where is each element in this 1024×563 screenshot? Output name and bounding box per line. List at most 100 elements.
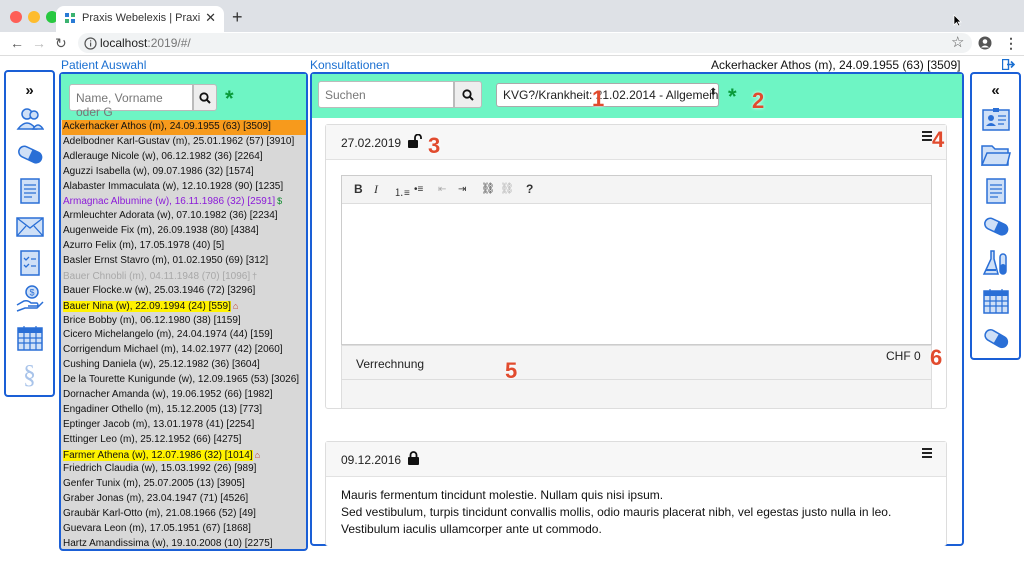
patient-name: Basler Ernst Stavro (m), 01.02.1950 (69)…	[63, 255, 269, 267]
url-text[interactable]: localhost:2019/#/	[100, 36, 191, 50]
patient-list-item[interactable]: Genfer Tunix (m), 25.07.2005 (13) [3905]	[62, 477, 306, 492]
patient-name: Genfer Tunix (m), 25.07.2005 (13) [3905]	[63, 478, 245, 490]
new-consultation-icon[interactable]: *	[728, 84, 737, 110]
locked-icon[interactable]	[407, 451, 420, 466]
ordered-list-icon[interactable]: ⒈≡	[394, 184, 410, 199]
reload-icon[interactable]: ↻	[55, 35, 67, 52]
unlink-icon[interactable]: ⛓	[500, 182, 514, 195]
patient-name: Farmer Athena (w), 12.07.1986 (32) [1014…	[63, 449, 253, 461]
patient-list-item[interactable]: Cicero Michelangelo (m), 24.04.1974 (44)…	[62, 328, 306, 343]
patient-name: Armleuchter Adorata (w), 07.10.1982 (36)…	[63, 210, 278, 222]
document-icon[interactable]	[981, 177, 1011, 205]
patient-list-item[interactable]: Graber Jonas (m), 23.04.1947 (71) [4526]	[62, 492, 306, 507]
new-tab-icon[interactable]: +	[232, 7, 243, 28]
patient-list-item[interactable]: Basler Ernst Stavro (m), 01.02.1950 (69)…	[62, 254, 306, 269]
close-tab-icon[interactable]: ✕	[205, 10, 216, 26]
collapse-sidebar-icon[interactable]: «	[981, 76, 1011, 104]
link-icon[interactable]: ⛓	[481, 182, 495, 195]
search-icon	[199, 91, 211, 104]
bold-icon[interactable]: B	[354, 182, 363, 196]
patient-list-item[interactable]: Hartz Amandissima (w), 19.10.2008 (10) […	[62, 537, 306, 548]
medication-pill-icon[interactable]	[981, 213, 1011, 241]
patient-list-item[interactable]: Alabaster Immaculata (w), 12.10.1928 (90…	[62, 180, 306, 195]
forward-icon[interactable]: →	[32, 35, 46, 51]
patient-list-item[interactable]: Augenweide Fix (m), 26.09.1938 (80) [438…	[62, 224, 306, 239]
patient-name: Alabaster Immaculata (w), 12.10.1928 (90…	[63, 180, 284, 192]
patient-list-item[interactable]: Adelbodner Karl-Gustav (m), 25.01.1962 (…	[62, 135, 306, 150]
patient-list-item[interactable]: Brice Bobby (m), 06.12.1980 (38) [1159]	[62, 314, 306, 329]
patient-list-item[interactable]: Graubär Karl-Otto (m), 21.08.1966 (52) […	[62, 507, 306, 522]
help-icon[interactable]: ?	[526, 182, 533, 196]
patient-list-item[interactable]: Ackerhacker Athos (m), 24.09.1955 (63) […	[62, 120, 306, 135]
logout-icon[interactable]	[1002, 59, 1015, 70]
patient-list-item[interactable]: Azurro Felix (m), 17.05.1978 (40) [5]	[62, 239, 306, 254]
back-icon[interactable]: ←	[10, 35, 24, 51]
patient-list-item[interactable]: Corrigendum Michael (m), 14.02.1977 (42)…	[62, 343, 306, 358]
info-icon[interactable]	[84, 37, 97, 50]
patient-list-item[interactable]: Bauer Nina (w), 22.09.1994 (24) [559] ⌂	[62, 299, 306, 314]
document-icon[interactable]	[15, 177, 45, 205]
folder-icon[interactable]	[980, 141, 1011, 169]
medication-pill-icon[interactable]	[15, 141, 45, 169]
case-select-value: KVG?/Krankheit: 21.02.2014 - Allgemein	[503, 88, 719, 102]
unlocked-icon[interactable]	[407, 134, 423, 149]
consultation-menu-icon[interactable]	[922, 448, 932, 460]
checklist-icon[interactable]	[15, 249, 45, 277]
case-select[interactable]: KVG?/Krankheit: 21.02.2014 - Allgemein	[496, 83, 719, 107]
patient-list-item[interactable]: De la Tourette Kunigunde (w), 12.09.1965…	[62, 373, 306, 388]
patient-card-icon[interactable]	[981, 105, 1011, 133]
bullet-list-icon[interactable]: •≡	[414, 184, 423, 195]
new-patient-icon[interactable]: *	[225, 86, 234, 112]
patient-list-item[interactable]: Ettinger Leo (m), 25.12.1952 (66) [4275]	[62, 433, 306, 448]
mouse-cursor-icon	[953, 14, 962, 27]
patient-name: Graber Jonas (m), 23.04.1947 (71) [4526]	[63, 493, 249, 505]
patient-list-item[interactable]: Eptinger Jacob (m), 13.01.1978 (41) [225…	[62, 418, 306, 433]
consult-search-input[interactable]: Suchen	[318, 81, 454, 108]
patient-list-item[interactable]: Dornacher Amanda (w), 19.06.1952 (66) [1…	[62, 388, 306, 403]
consultation-editor[interactable]: B I ⒈≡ •≡ ⇤ ⇥ ⛓ ⛓ ?	[341, 175, 932, 345]
browser-menu-icon[interactable]: ⋮	[1004, 35, 1018, 52]
patient-status-icon: ⌂	[254, 449, 260, 460]
patient-list-item[interactable]: Adlerauge Nicole (w), 06.12.1982 (36) [2…	[62, 150, 306, 165]
patient-list-item[interactable]: Armagnac Albumine (w), 16.11.1986 (32) […	[62, 194, 306, 209]
bookmark-star-icon[interactable]: ☆	[951, 33, 964, 51]
calendar-icon[interactable]	[15, 324, 45, 352]
right-sidebar: «	[970, 72, 1021, 360]
patient-list-item[interactable]: Cushing Daniela (w), 25.12.1982 (36) [36…	[62, 358, 306, 373]
patient-list-item[interactable]: Armleuchter Adorata (w), 07.10.1982 (36)…	[62, 209, 306, 224]
patient-list-item[interactable]: Friedrich Claudia (w), 15.03.1992 (26) […	[62, 462, 306, 477]
calendar-icon[interactable]	[981, 287, 1011, 315]
patient-name: Guevara Leon (m), 17.05.1951 (67) [1868]	[63, 523, 251, 535]
patient-list-item[interactable]: Engadiner Othello (m), 15.12.2005 (13) […	[62, 403, 306, 418]
address-bar[interactable]	[78, 33, 972, 53]
patient-list-item[interactable]: Bauer Flocke.w (w), 25.03.1946 (72) [329…	[62, 284, 306, 299]
consultation-card-header: 09.12.2016	[326, 442, 946, 477]
mail-icon[interactable]	[15, 213, 45, 241]
patient-list-item[interactable]: Farmer Athena (w), 12.07.1986 (32) [1014…	[62, 448, 306, 463]
medication-capsules-icon[interactable]	[981, 325, 1011, 353]
patient-list-item[interactable]: Bauer Chnobli (m), 04.11.1948 (70) [1096…	[62, 269, 306, 284]
expand-sidebar-icon[interactable]: »	[15, 76, 45, 104]
tab-title: Praxis Webelexis | Praxis Webe	[82, 12, 200, 24]
browser-tab[interactable]: Praxis Webelexis | Praxis Webe ✕	[56, 6, 224, 32]
consultation-text: Mauris fermentum tincidunt molestie. Nul…	[326, 477, 946, 538]
consultation-menu-icon[interactable]	[922, 131, 932, 143]
outdent-icon[interactable]: ⇤	[438, 184, 446, 195]
consultation-text-line: Mauris fermentum tincidunt molestie. Nul…	[341, 488, 664, 502]
svg-text:$: $	[29, 288, 34, 298]
minimize-window-button[interactable]	[28, 11, 40, 23]
profile-icon[interactable]	[978, 36, 992, 50]
indent-icon[interactable]: ⇥	[458, 184, 466, 195]
close-window-button[interactable]	[10, 11, 22, 23]
consultation-card-header: 27.02.2019	[326, 125, 946, 160]
patient-search-button[interactable]	[193, 84, 217, 111]
patient-search-input[interactable]: Name, Vorname oder G	[69, 84, 193, 119]
patient-list-item[interactable]: Guevara Leon (m), 17.05.1951 (67) [1868]	[62, 522, 306, 537]
consult-search-button[interactable]	[454, 81, 482, 108]
lab-flask-icon[interactable]	[981, 249, 1011, 277]
patient-list-item[interactable]: Aguzzi Isabella (w), 09.07.1986 (32) [15…	[62, 165, 306, 180]
italic-icon[interactable]: I	[374, 182, 378, 197]
patients-icon[interactable]	[15, 105, 45, 133]
billing-hand-icon[interactable]: $	[15, 285, 45, 313]
law-paragraph-icon[interactable]: §	[15, 360, 45, 389]
